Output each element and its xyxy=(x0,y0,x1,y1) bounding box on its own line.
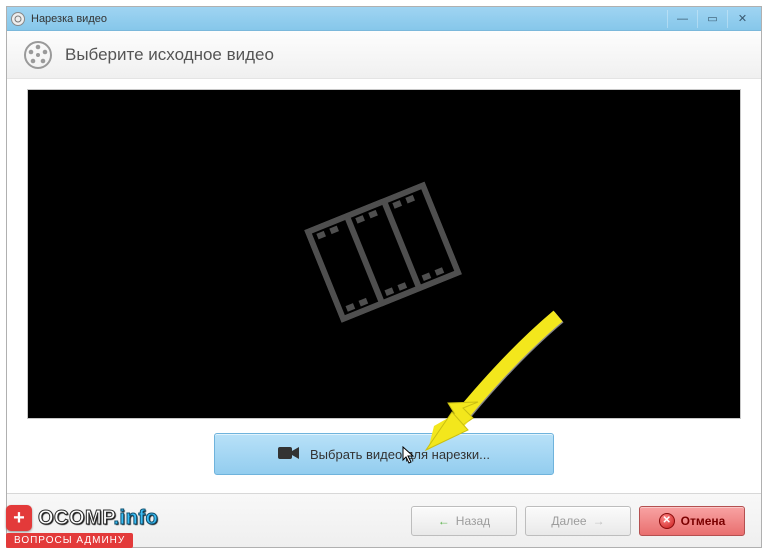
window-title: Нарезка видео xyxy=(31,13,107,25)
camera-icon xyxy=(278,445,300,464)
back-button[interactable]: ← Назад xyxy=(411,506,517,536)
app-icon xyxy=(11,12,25,26)
step-header: Выберите исходное видео xyxy=(7,31,761,79)
filmstrip-icon xyxy=(304,181,464,327)
video-preview xyxy=(27,89,741,419)
window-controls: ― ▭ ✕ xyxy=(667,10,757,28)
titlebar: Нарезка видео ― ▭ ✕ xyxy=(7,7,761,31)
close-button[interactable]: ✕ xyxy=(727,10,757,28)
select-video-button[interactable]: Выбрать видео для нарезки... xyxy=(214,433,554,475)
select-row: Выбрать видео для нарезки... xyxy=(27,433,741,475)
app-window: Нарезка видео ― ▭ ✕ Выберите исходное ви… xyxy=(6,6,762,548)
maximize-button[interactable]: ▭ xyxy=(697,10,727,28)
back-label: Назад xyxy=(456,514,490,528)
minimize-button[interactable]: ― xyxy=(667,10,697,28)
arrow-right-icon: → xyxy=(593,514,605,528)
body-area: Выбрать видео для нарезки... xyxy=(7,79,761,475)
arrow-left-icon: ← xyxy=(438,514,450,528)
next-button[interactable]: Далее → xyxy=(525,506,631,536)
cancel-label: Отмена xyxy=(681,514,726,528)
cancel-button[interactable]: ✕ Отмена xyxy=(639,506,745,536)
film-reel-icon xyxy=(23,40,53,70)
next-label: Далее xyxy=(551,514,586,528)
select-video-label: Выбрать видео для нарезки... xyxy=(310,447,490,462)
step-title: Выберите исходное видео xyxy=(65,45,274,65)
footer: ← Назад Далее → ✕ Отмена xyxy=(7,493,761,547)
cancel-icon: ✕ xyxy=(659,513,675,529)
